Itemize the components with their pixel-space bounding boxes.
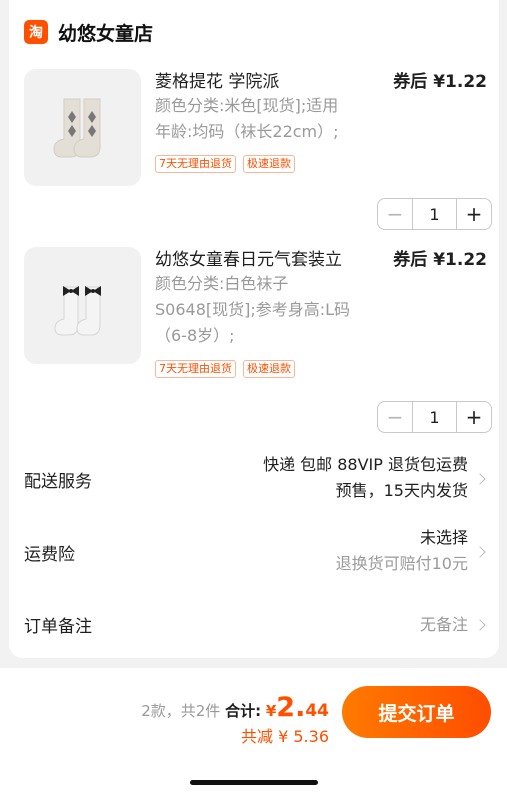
sku-line: 年龄:均码（袜长22cm）; <box>155 122 339 141</box>
quantity-value[interactable]: 1 <box>412 402 457 432</box>
total-label: 合计: <box>225 702 262 720</box>
product-price: 券后 ¥1.22 <box>393 250 487 270</box>
discount-amount[interactable]: 共减 ¥ 5.36 <box>141 723 329 747</box>
delivery-service-row[interactable]: 配送服务 快递 包邮 88VIP 退货包运费 预售，15天内发货 <box>24 452 486 508</box>
order-summary: 2款，共2件 合计: ¥2.44 共减 ¥ 5.36 <box>141 692 329 747</box>
delivery-label: 配送服务 <box>24 472 92 492</box>
chevron-right-icon <box>474 619 486 631</box>
chevron-right-icon <box>474 546 486 558</box>
quantity-stepper: − 1 + <box>377 198 492 230</box>
insurance-label: 运费险 <box>24 545 75 565</box>
tag-no-reason-return: 7天无理由退货 <box>155 155 236 173</box>
delivery-value: 快递 包邮 88VIP 退货包运费 预售，15天内发货 <box>263 452 468 504</box>
sku-info[interactable]: 颜色分类:米色[现货];适用 年龄:均码（袜长22cm）; <box>155 93 375 145</box>
order-card: 淘 幼悠女童店 菱格提花 学院派 券后 ¥1.22 颜色分类:米色[现货];适用… <box>9 0 499 658</box>
increase-button[interactable]: + <box>457 402 491 432</box>
tag-no-reason-return: 7天无理由退货 <box>155 360 236 378</box>
submit-order-button[interactable]: 提交订单 <box>342 686 491 738</box>
sku-line: 颜色分类:白色袜子 <box>155 274 289 293</box>
total-amount: 2. <box>276 692 306 723</box>
note-label: 订单备注 <box>24 617 92 637</box>
insurance-detail: 退换货可赔付10元 <box>335 554 468 573</box>
tag-fast-refund: 极速退款 <box>243 155 295 173</box>
product-image[interactable] <box>24 69 141 186</box>
sku-info[interactable]: 颜色分类:白色袜子 S0648[现货];参考身高:L码 （6-8岁）; <box>155 271 375 349</box>
chevron-right-icon <box>474 473 486 485</box>
delivery-line: 预售，15天内发货 <box>335 481 468 500</box>
service-tags: 7天无理由退货 极速退款 <box>155 360 295 378</box>
shipping-insurance-row[interactable]: 运费险 未选择 退换货可赔付10元 <box>24 525 486 581</box>
service-tags: 7天无理由退货 极速退款 <box>155 155 295 173</box>
decrease-button[interactable]: − <box>378 199 412 229</box>
home-indicator <box>190 780 318 785</box>
cart-item: 菱格提花 学院派 券后 ¥1.22 颜色分类:米色[现货];适用 年龄:均码（袜… <box>24 67 492 230</box>
argyle-socks-icon <box>53 98 101 158</box>
currency-symbol: ¥ <box>265 702 277 720</box>
product-title[interactable]: 幼悠女童春日元气套装立 <box>155 245 342 270</box>
shop-header[interactable]: 淘 幼悠女童店 <box>24 18 153 46</box>
note-value: 无备注 <box>419 615 468 634</box>
total-decimal: 44 <box>305 701 329 721</box>
shop-name[interactable]: 幼悠女童店 <box>58 19 153 46</box>
product-price: 券后 ¥1.22 <box>393 72 487 92</box>
sku-line: 颜色分类:米色[现货];适用 <box>155 96 339 115</box>
bow-socks-icon <box>54 286 101 336</box>
product-image[interactable] <box>24 247 141 364</box>
taobao-logo-icon: 淘 <box>24 20 48 44</box>
checkout-bar: 2款，共2件 合计: ¥2.44 共减 ¥ 5.36 提交订单 <box>0 668 507 800</box>
sku-line: S0648[现货];参考身高:L码 <box>155 300 351 319</box>
order-note-row[interactable]: 订单备注 无备注 <box>24 612 486 640</box>
tag-fast-refund: 极速退款 <box>243 360 295 378</box>
sku-line: （6-8岁）; <box>155 326 235 345</box>
decrease-button[interactable]: − <box>378 402 412 432</box>
quantity-stepper: − 1 + <box>377 401 492 433</box>
quantity-value[interactable]: 1 <box>412 199 457 229</box>
insurance-value: 未选择 退换货可赔付10元 <box>336 525 468 577</box>
delivery-line: 快递 包邮 88VIP 退货包运费 <box>263 455 468 474</box>
item-count: 2款，共2件 <box>141 702 221 720</box>
product-title[interactable]: 菱格提花 学院派 <box>155 67 279 92</box>
insurance-status: 未选择 <box>419 528 468 547</box>
increase-button[interactable]: + <box>457 199 491 229</box>
cart-item: 幼悠女童春日元气套装立 券后 ¥1.22 颜色分类:白色袜子 S0648[现货]… <box>24 245 492 433</box>
